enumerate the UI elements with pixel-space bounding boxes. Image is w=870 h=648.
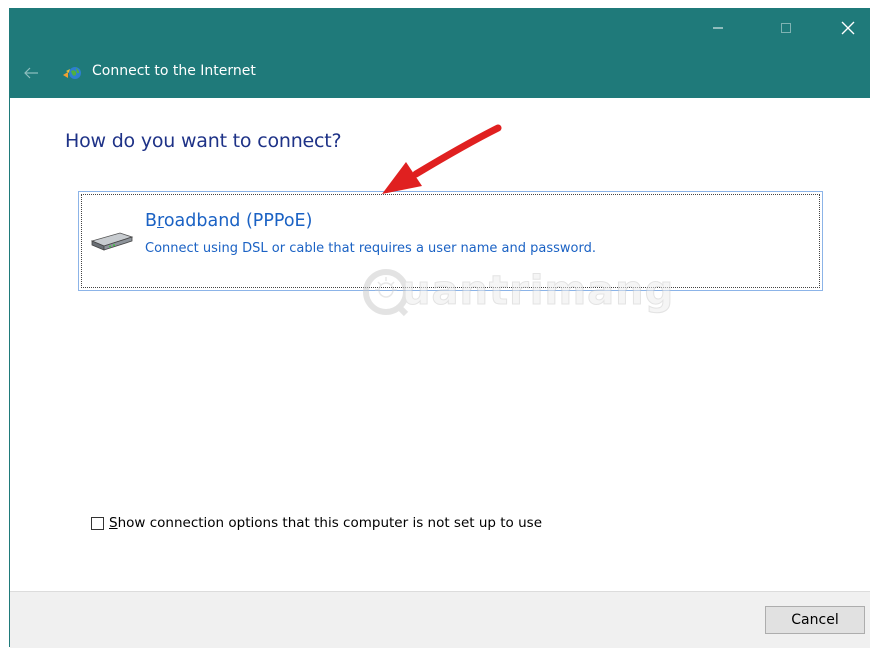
option-title-rest: oadband (PPPoE) [163,211,313,231]
back-arrow-icon [24,67,38,79]
option-description: Connect using DSL or cable that requires… [145,241,596,256]
show-options-checkbox[interactable] [91,516,104,530]
show-options-label: Show connection options that this comput… [109,515,542,531]
red-annotation-arrow-icon [382,124,502,194]
back-button[interactable] [16,62,46,84]
close-button[interactable] [825,8,870,48]
option-title-prefix: B [145,211,158,231]
minimize-button[interactable] [695,8,741,48]
maximize-button[interactable] [763,8,809,48]
option-title: Broadband (PPPoE) [145,211,312,231]
network-globe-icon [63,67,81,79]
modem-icon [90,232,134,251]
dialog-footer: Cancel [10,591,870,648]
cancel-button[interactable]: Cancel [765,606,865,634]
show-options-checkbox-row[interactable]: Show connection options that this comput… [91,515,542,531]
minimize-icon [713,27,723,29]
title-bar: Connect to the Internet [10,8,870,98]
checkbox-label-rest: how connection options that this compute… [117,515,542,531]
option-focus-rect: Broadband (PPPoE) Connect using DSL or c… [81,194,820,288]
dialog-window: Connect to the Internet How do you want … [9,8,870,648]
window-title: Connect to the Internet [92,63,256,79]
page-heading: How do you want to connect? [65,130,342,152]
broadband-pppoe-option[interactable]: Broadband (PPPoE) Connect using DSL or c… [78,191,823,291]
maximize-icon [781,23,791,33]
close-icon [841,21,855,35]
checkbox-label-mnemonic: S [109,515,118,531]
option-title-mnemonic: r [157,211,164,231]
